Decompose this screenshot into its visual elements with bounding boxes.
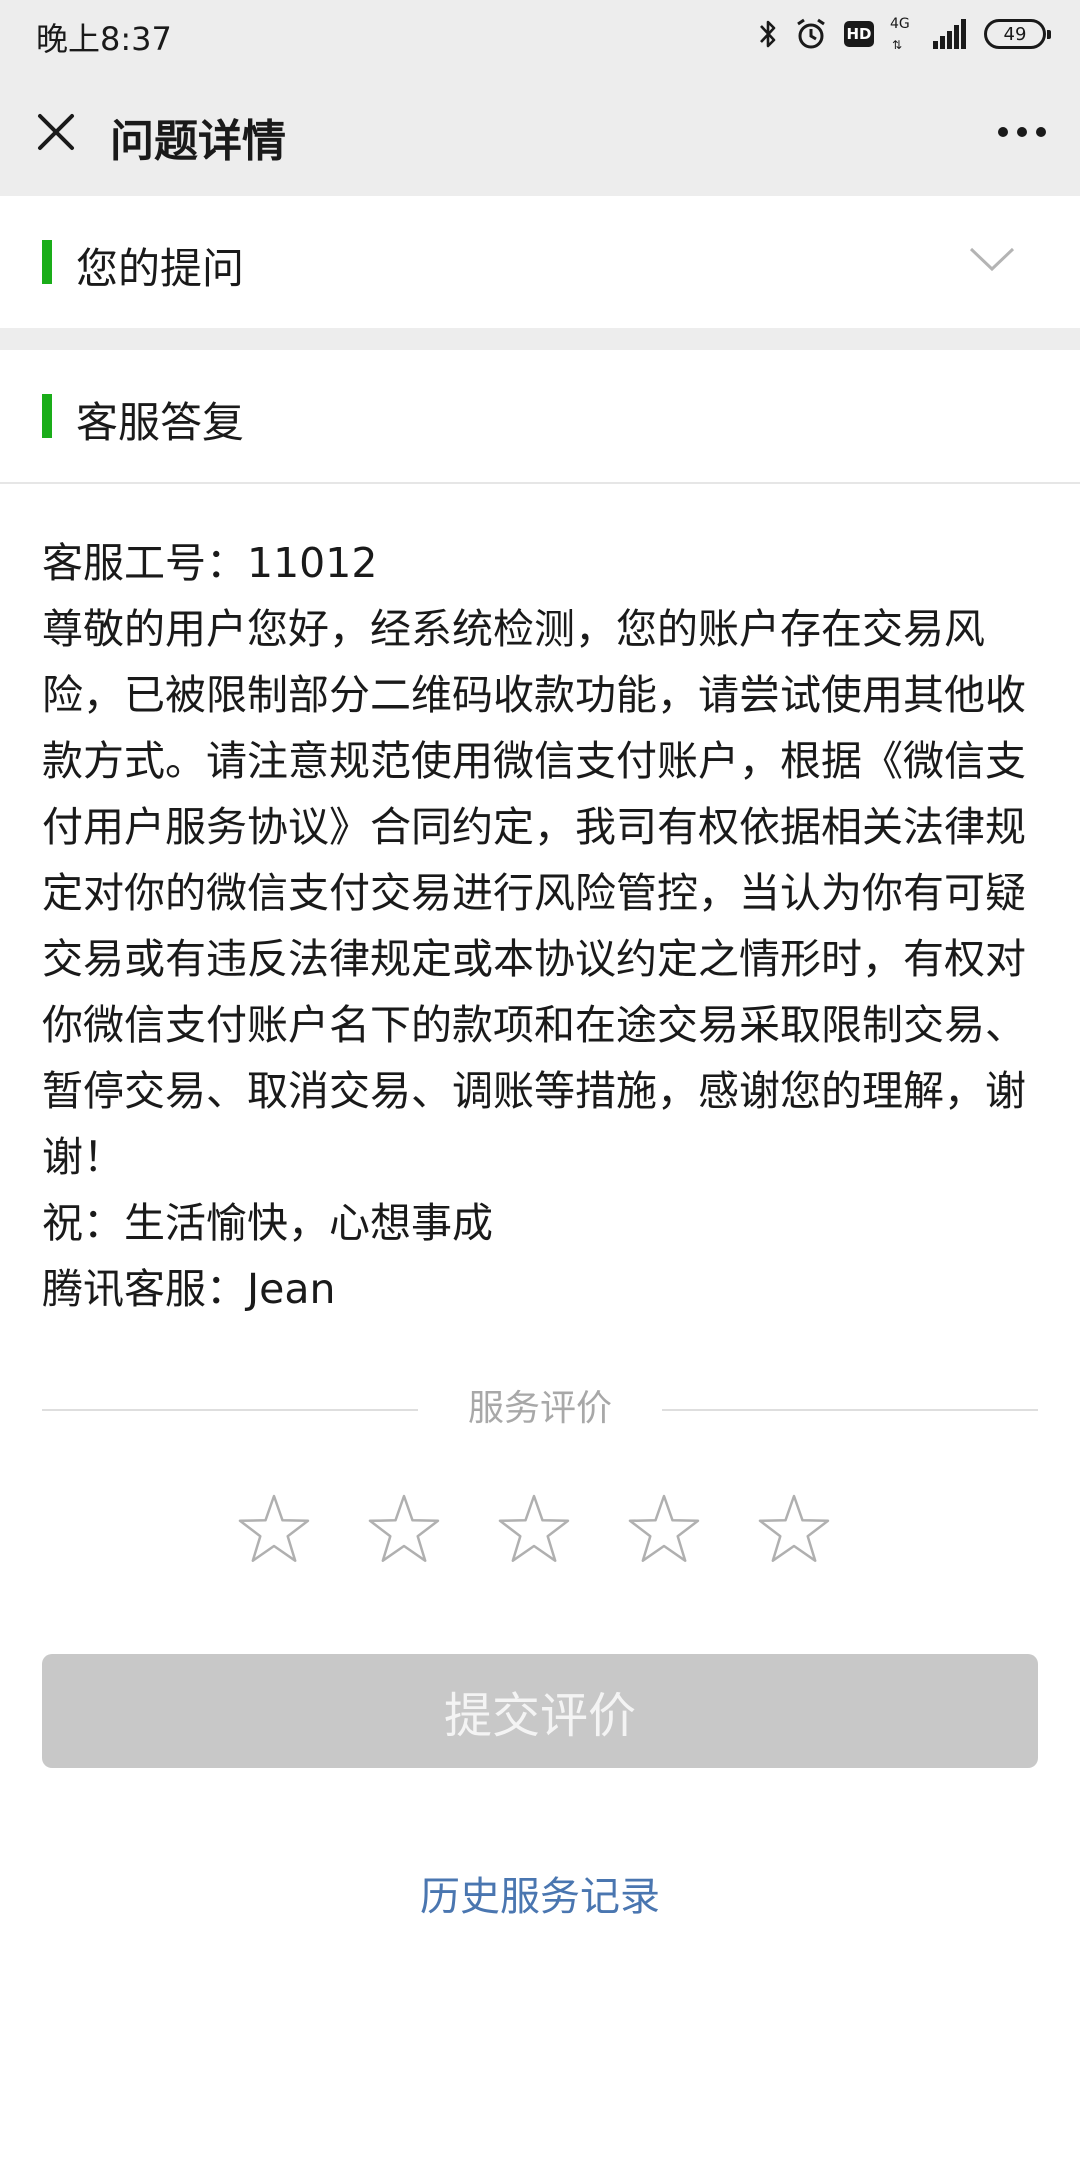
star-icon[interactable]: [626, 1492, 702, 1568]
star-icon[interactable]: [366, 1492, 442, 1568]
reply-wishes: 祝：生活愉快，心想事成: [42, 1199, 493, 1247]
divider-line-right: [662, 1409, 1038, 1411]
alarm-icon: [797, 18, 825, 49]
network-arrows: ⇅: [892, 38, 903, 52]
status-time: 晚上8:37: [36, 20, 172, 58]
star-icon[interactable]: [496, 1492, 572, 1568]
question-section[interactable]: 您的提问: [0, 196, 1080, 328]
status-icons: HD 4G ⇅ 49: [758, 14, 1051, 54]
bluetooth-icon: [760, 20, 776, 48]
star-icon[interactable]: [236, 1492, 312, 1568]
4g-icon: 4G ⇅: [890, 16, 916, 52]
reply-signature: 腾讯客服：Jean: [42, 1265, 336, 1313]
star-icon[interactable]: [756, 1492, 832, 1568]
network-label: 4G: [890, 16, 910, 32]
title-bar: 问题详情: [0, 68, 1080, 196]
question-section-title: 您的提问: [76, 244, 245, 293]
section-marker: [42, 240, 52, 284]
close-button[interactable]: [26, 102, 86, 162]
signal-icon: [933, 19, 966, 49]
close-icon: [38, 114, 74, 150]
service-history-link[interactable]: 历史服务记录: [0, 1864, 1080, 1922]
agent-id-line: 客服工号：11012: [42, 539, 378, 587]
answer-section-header: 客服答复: [0, 350, 1080, 484]
more-icon: [998, 127, 1046, 137]
rating-divider: 服务评价: [42, 1386, 1038, 1432]
answer-section-title: 客服答复: [76, 398, 245, 447]
star-rating[interactable]: [236, 1492, 844, 1572]
page-title: 问题详情: [110, 116, 286, 167]
section-divider: [0, 328, 1080, 350]
reply-body: 客服工号：11012 尊敬的用户您好，经系统检测，您的账户存在交易风险，已被限制…: [42, 530, 1042, 1322]
battery-icon: 49: [984, 19, 1051, 49]
chevron-down-icon[interactable]: [968, 244, 1016, 274]
hd-icon: HD: [844, 21, 874, 47]
section-marker: [42, 394, 52, 438]
submit-rating-button[interactable]: 提交评价: [42, 1654, 1038, 1768]
status-bar: 晚上8:37 HD 4G ⇅ 49: [0, 0, 1080, 68]
more-button[interactable]: [990, 102, 1054, 162]
reply-message: 尊敬的用户您好，经系统检测，您的账户存在交易风险，已被限制部分二维码收款功能，请…: [42, 605, 1026, 1181]
